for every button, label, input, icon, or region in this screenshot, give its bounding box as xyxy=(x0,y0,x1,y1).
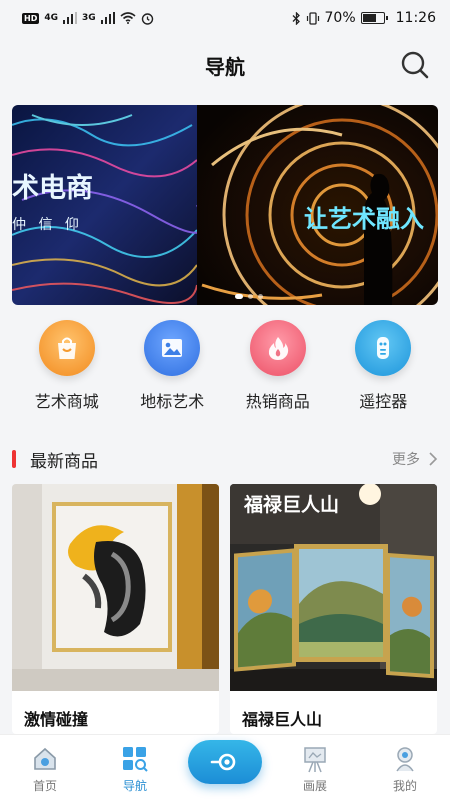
product-title: 激情碰撞 xyxy=(24,710,89,729)
banner-text-left-2: 仲 信 仰 xyxy=(12,217,83,233)
center-action-button[interactable] xyxy=(188,740,262,784)
wifi-icon xyxy=(120,12,136,24)
carousel-dot[interactable] xyxy=(258,294,263,299)
product-card[interactable]: 激情碰撞 xyxy=(12,484,219,734)
quick-nav-label: 地标艺术 xyxy=(140,392,205,411)
more-link[interactable]: 更多 xyxy=(392,449,420,469)
product-image xyxy=(12,484,219,691)
quick-nav-landmark-art[interactable]: 地标艺术 xyxy=(122,320,222,420)
bottom-nav-exhibition[interactable]: 画展 xyxy=(280,745,350,794)
banner-image: 术电商 仲 信 仰 让艺术融入 xyxy=(12,105,438,305)
bottom-nav-label: 首页 xyxy=(32,779,57,793)
product-title: 福禄巨人山 xyxy=(242,710,323,729)
banner-text-left-1: 术电商 xyxy=(12,173,93,204)
quick-nav: 艺术商城 地标艺术 热销商品 遥控器 xyxy=(0,320,450,420)
search-icon[interactable] xyxy=(400,50,430,80)
banner-carousel[interactable]: 术电商 仲 信 仰 让艺术融入 xyxy=(12,105,438,305)
quick-nav-art-mall[interactable]: 艺术商城 xyxy=(17,320,117,420)
carousel-dot[interactable] xyxy=(248,294,253,299)
bottom-nav-center[interactable] xyxy=(188,740,262,794)
product-card[interactable]: 福禄巨人山 福禄巨人山 xyxy=(230,484,437,734)
home-icon xyxy=(34,747,56,770)
quick-nav-hot-sale[interactable]: 热销商品 xyxy=(228,320,328,420)
top-header: 导航 xyxy=(0,36,450,94)
shopping-bag-icon xyxy=(38,320,95,376)
bluetooth-icon xyxy=(292,11,300,25)
section-title: 最新商品 xyxy=(30,451,98,472)
easel-icon xyxy=(304,747,326,773)
carousel-indicator xyxy=(235,294,263,299)
clock: 11:26 xyxy=(395,10,436,26)
grid-search-icon xyxy=(123,747,148,772)
fire-icon xyxy=(249,320,306,376)
bottom-nav-home[interactable]: 首页 xyxy=(10,745,80,794)
bottom-nav-guide[interactable]: 导航 xyxy=(100,745,170,794)
battery-percent: 70% xyxy=(324,10,356,26)
hd-badge: HD xyxy=(22,12,40,24)
network-4g: 4G xyxy=(44,13,58,23)
signal-icon xyxy=(63,12,77,24)
bottom-nav-label: 画展 xyxy=(302,779,327,793)
battery-icon xyxy=(360,12,388,24)
bottom-nav-profile[interactable]: 我的 xyxy=(370,745,440,794)
bottom-nav-label: 我的 xyxy=(392,779,417,793)
alarm-icon xyxy=(141,12,153,25)
section-header-latest: 最新商品 更多 xyxy=(0,444,450,474)
chevron-right-icon[interactable] xyxy=(428,452,438,466)
bottom-nav: 首页 导航 画展 我的 xyxy=(0,734,450,800)
product-overlay-title: 福禄巨人山 xyxy=(244,494,340,516)
quick-nav-label: 艺术商城 xyxy=(34,392,99,411)
network-3g: 3G xyxy=(82,13,96,23)
profile-icon xyxy=(396,747,414,772)
status-bar: HD 4G 3G 70% 11:26 xyxy=(0,0,450,36)
banner-text-right: 让艺术融入 xyxy=(304,205,424,233)
quick-nav-remote[interactable]: 遥控器 xyxy=(333,320,433,420)
quick-nav-label: 热销商品 xyxy=(245,392,310,411)
picture-icon xyxy=(144,320,201,376)
bottom-nav-label: 导航 xyxy=(122,779,147,793)
remote-control-icon xyxy=(355,320,412,376)
carousel-dot[interactable] xyxy=(235,294,243,299)
quick-nav-label: 遥控器 xyxy=(359,392,408,411)
product-grid: 激情碰撞 福禄巨人山 福禄巨人山 xyxy=(12,484,438,734)
vibrate-icon xyxy=(306,11,319,25)
section-accent-bar xyxy=(12,450,16,468)
signal-icon-2 xyxy=(100,12,115,24)
eye-icon xyxy=(210,753,236,771)
page-title: 导航 xyxy=(205,54,245,79)
